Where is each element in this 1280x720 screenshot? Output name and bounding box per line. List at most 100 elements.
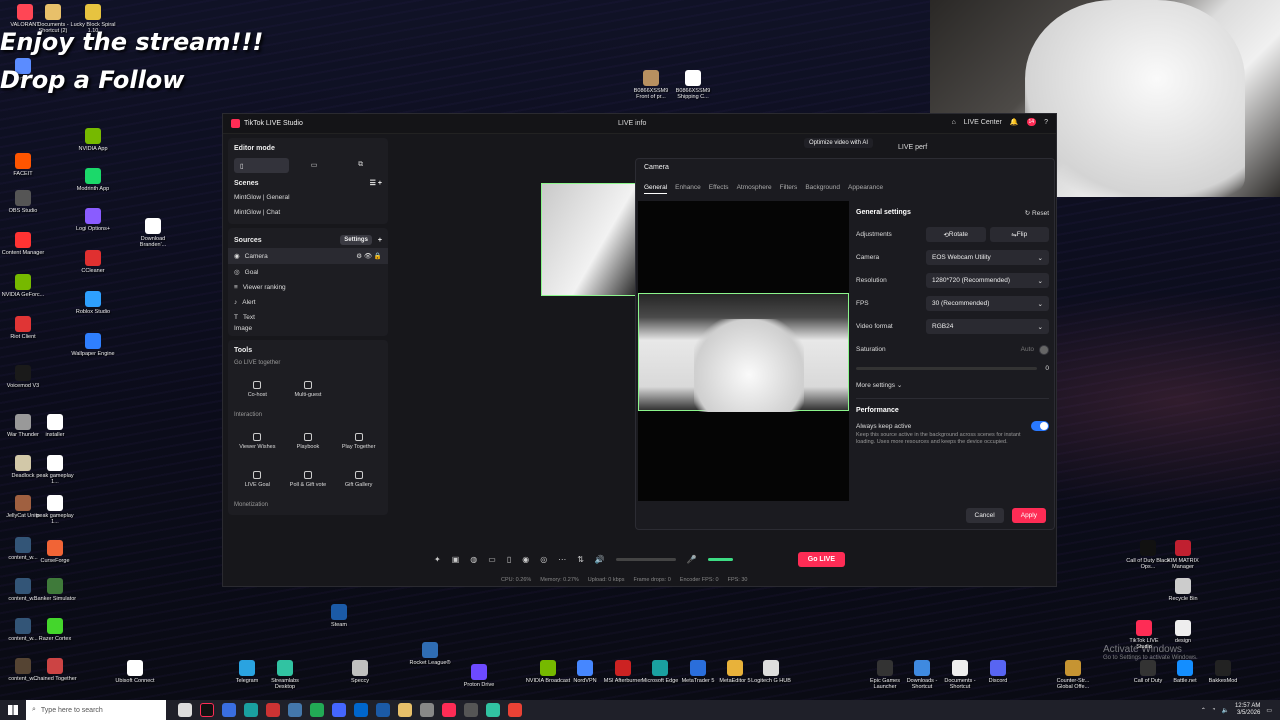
desktop-icon[interactable]: Content Manager: [0, 232, 46, 256]
source-item[interactable]: T Text: [234, 310, 382, 325]
desktop-icon[interactable]: content_w...: [0, 618, 46, 642]
tab-background[interactable]: Background: [805, 184, 840, 194]
add-scene-icon[interactable]: +: [378, 180, 382, 187]
mic-icon[interactable]: 🎤: [687, 555, 697, 564]
magic-icon[interactable]: ✦: [434, 555, 441, 564]
play-together-tool[interactable]: Play Together: [335, 424, 382, 458]
steam-icon[interactable]: [376, 703, 390, 717]
office-icon[interactable]: [266, 703, 280, 717]
gift-gallery-tool[interactable]: Gift Gallery: [335, 462, 382, 496]
source-item[interactable]: ♪ Alert: [234, 295, 382, 310]
desktop-icon[interactable]: Chained Together: [32, 658, 78, 682]
flip-button[interactable]: ⇋ Flip: [989, 227, 1049, 242]
cancel-button[interactable]: Cancel: [965, 508, 1004, 523]
desktop-icon[interactable]: design: [1160, 620, 1206, 644]
outlook-icon[interactable]: [354, 703, 368, 717]
mixer-icon[interactable]: ⇅: [577, 555, 584, 564]
apply-button[interactable]: Apply: [1011, 508, 1046, 523]
tiktok-icon[interactable]: [200, 703, 214, 717]
capture-icon[interactable]: ◎: [540, 555, 547, 564]
desktop-icon[interactable]: Speccy: [337, 660, 383, 684]
desktop-icon[interactable]: BakkesMod: [1200, 660, 1246, 684]
desktop-icon[interactable]: NVIDIA GeForc...: [0, 274, 46, 298]
proton-icon[interactable]: [332, 703, 346, 717]
desktop-icon[interactable]: B0866XSSM9 Front of pr...: [628, 70, 674, 101]
calendar-icon[interactable]: [222, 703, 236, 717]
dual-mode-button[interactable]: ⧉: [339, 158, 382, 171]
live-center-button[interactable]: LIVE Center: [964, 119, 1002, 126]
go-live-button[interactable]: Go LIVE: [797, 551, 845, 567]
desktop-icon[interactable]: Modrinth App: [70, 168, 116, 192]
desktop-icon[interactable]: FACEIT: [0, 153, 46, 177]
start-button[interactable]: [0, 700, 26, 720]
optimize-ai-button[interactable]: Optimize video with AI: [804, 138, 874, 148]
desktop-icon[interactable]: peak gameplay 1...: [32, 495, 78, 526]
desktop-icon[interactable]: Roblox Studio: [70, 291, 116, 315]
saturation-auto-toggle[interactable]: [1039, 344, 1049, 355]
desktop-icon[interactable]: Recycle Bin: [1160, 578, 1206, 602]
notepad-icon[interactable]: [288, 703, 302, 717]
source-item-camera[interactable]: ◉ Camera ⚙ 👁 🔒: [228, 248, 388, 264]
tab-enhance[interactable]: Enhance: [675, 184, 701, 194]
source-actions-icon[interactable]: ⚙ 👁 🔒: [356, 252, 382, 260]
desktop-icon[interactable]: NVIDIA App: [70, 128, 116, 152]
terminal-icon[interactable]: [420, 703, 434, 717]
keep-active-toggle[interactable]: [1031, 421, 1049, 431]
tiktok-live-icon[interactable]: [442, 703, 456, 717]
more-icon[interactable]: ⋯: [558, 555, 566, 564]
clock[interactable]: 12:57 AM 3/5/2026: [1235, 703, 1260, 717]
minecraft-icon[interactable]: [310, 703, 324, 717]
effects-icon[interactable]: ◍: [470, 555, 477, 564]
desktop-icon[interactable]: Riot Client: [0, 316, 46, 340]
poll-gift-vote-tool[interactable]: Poll & Gift vote: [285, 462, 332, 496]
chrome-icon[interactable]: [508, 703, 522, 717]
desktop-icon[interactable]: Rocket League®: [407, 642, 453, 666]
desktop-icon[interactable]: peak gameplay 1...: [32, 455, 78, 486]
desktop-icon[interactable]: Streamlabs Desktop: [262, 660, 308, 691]
screen-icon[interactable]: ▭: [488, 555, 496, 564]
desktop-icon[interactable]: content_w...: [0, 578, 46, 602]
tab-appearance[interactable]: Appearance: [848, 184, 883, 194]
tab-effects[interactable]: Effects: [709, 184, 729, 194]
live-info-link[interactable]: LIVE info: [618, 120, 646, 127]
live-goal-tool[interactable]: LIVE Goal: [234, 462, 281, 496]
tab-general[interactable]: General: [644, 184, 668, 194]
bell-icon[interactable]: 🔔: [1010, 118, 1019, 126]
editor-mode-dropdown[interactable]: Editor mode: [234, 145, 275, 152]
portrait-mode-button[interactable]: ▯: [234, 158, 289, 173]
desktop-icon[interactable]: Download Branden'...: [130, 218, 176, 249]
mic-volume-slider[interactable]: [707, 557, 733, 561]
notifications-icon[interactable]: ▭: [1266, 707, 1272, 714]
help-icon[interactable]: ?: [1044, 119, 1048, 126]
chevron-up-icon[interactable]: ⌃: [1201, 707, 1206, 714]
co-host-tool[interactable]: Co-host: [234, 372, 281, 406]
scene-item[interactable]: MintGlow | General: [234, 190, 382, 205]
reset-button[interactable]: ↻ Reset: [1025, 209, 1049, 217]
record-icon[interactable]: ◉: [522, 555, 529, 564]
source-item[interactable]: ≡ Viewer ranking: [234, 280, 382, 295]
landscape-mode-button[interactable]: ▭: [293, 158, 336, 171]
live-performance-link[interactable]: LIVE perf: [898, 144, 927, 151]
viewer-wishes-tool[interactable]: Viewer Wishes: [234, 424, 281, 458]
desktop-icon[interactable]: CCleaner: [70, 250, 116, 274]
desktop-icon[interactable]: Discord: [975, 660, 1021, 684]
file-explorer-icon[interactable]: [398, 703, 412, 717]
video-format-select[interactable]: RGB24 ⌄: [926, 319, 1049, 334]
streamlabs-icon[interactable]: [486, 703, 500, 717]
desktop-icon[interactable]: Logi Options+: [70, 208, 116, 232]
layout-icon[interactable]: ▣: [452, 555, 460, 564]
desktop-icon[interactable]: Voicemod V3: [0, 365, 46, 389]
desktop-icon[interactable]: B0866XSSM9 Shipping C...: [670, 70, 716, 101]
desktop-icon[interactable]: CurseForge: [32, 540, 78, 564]
obs-icon[interactable]: [464, 703, 478, 717]
wifi-icon[interactable]: ◔: [1212, 707, 1216, 713]
source-item[interactable]: Image: [234, 325, 382, 332]
resolution-select[interactable]: 1280*720 (Recommended) ⌄: [926, 273, 1049, 288]
tab-filters[interactable]: Filters: [780, 184, 798, 194]
desktop-icon[interactable]: XIM MATRIX Manager: [1160, 540, 1206, 571]
multi-guest-tool[interactable]: Multi-guest: [285, 372, 332, 406]
rotate-button[interactable]: ⟲ Rotate: [926, 227, 986, 242]
taskbar-search[interactable]: ⌕ Type here to search: [26, 700, 166, 720]
scene-item[interactable]: MintGlow | Chat: [234, 205, 382, 220]
add-source-icon[interactable]: +: [378, 237, 382, 244]
